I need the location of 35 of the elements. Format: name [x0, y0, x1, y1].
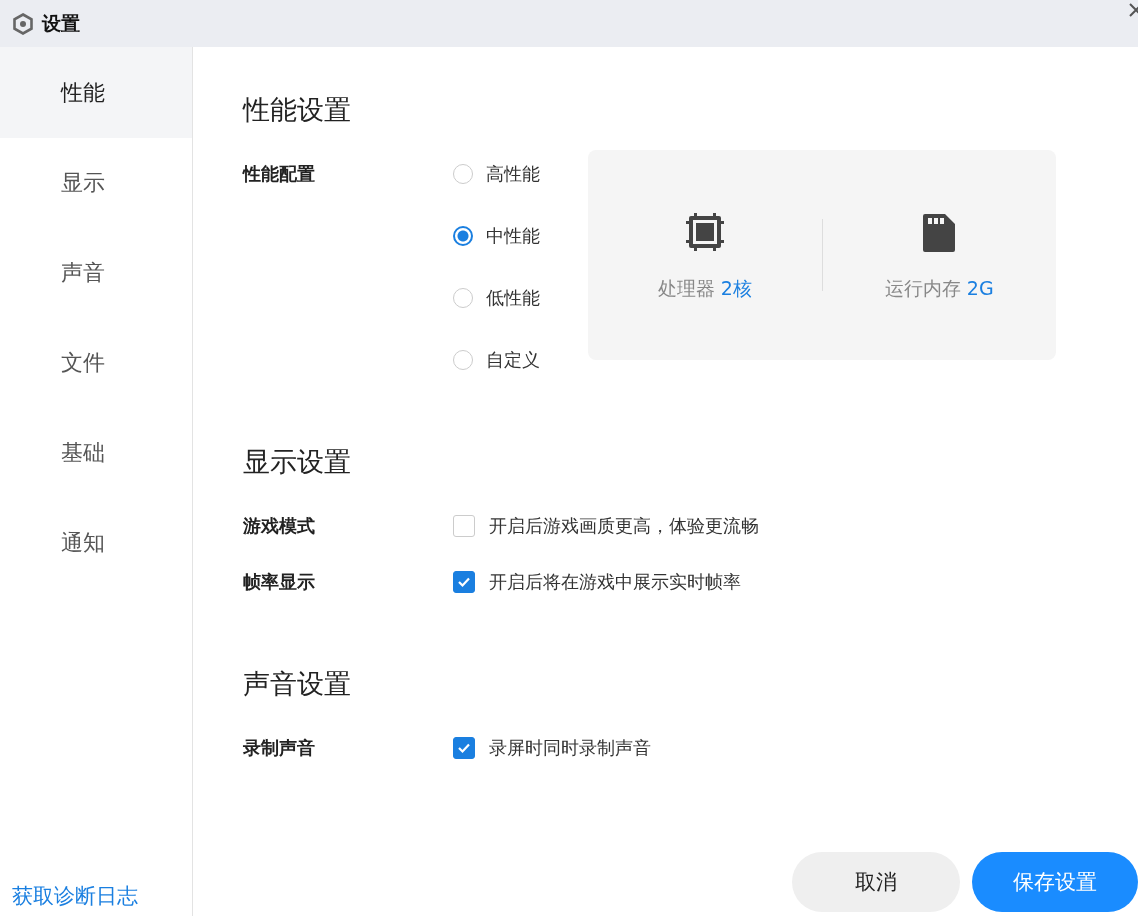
radio-label: 低性能 — [486, 286, 540, 310]
hexagon-logo-icon — [12, 12, 34, 35]
cancel-button[interactable]: 取消 — [792, 852, 960, 912]
sidebar-item[interactable]: 通知 — [0, 498, 192, 588]
radio-label: 中性能 — [486, 224, 540, 248]
radio-button[interactable] — [453, 288, 473, 308]
checkbox[interactable] — [453, 571, 475, 593]
diagnostic-log-link[interactable]: 获取诊断日志 — [0, 882, 192, 916]
checkmark-icon — [457, 575, 471, 589]
checkbox[interactable] — [453, 515, 475, 537]
section-title: 声音设置 — [243, 667, 352, 701]
radio-button[interactable] — [453, 350, 473, 370]
checkbox[interactable] — [453, 737, 475, 759]
sidebar-item[interactable]: 基础 — [0, 408, 192, 498]
sidebar-item[interactable]: 声音 — [0, 228, 192, 318]
sidebar-item[interactable]: 文件 — [0, 318, 192, 408]
window-title: 设置 — [42, 10, 80, 36]
setting-label: 性能配置 — [243, 162, 316, 186]
checkbox-label: 开启后将在游戏中展示实时帧率 — [489, 570, 741, 594]
radio-button[interactable] — [453, 226, 473, 246]
spec-text: 运行内存 2G — [884, 276, 994, 301]
radio-label: 自定义 — [486, 348, 540, 372]
radio-button[interactable] — [453, 164, 473, 184]
spec-text: 处理器 2核 — [657, 276, 752, 301]
section-title: 性能设置 — [243, 93, 352, 127]
radio-label: 高性能 — [486, 162, 540, 186]
setting-label: 帧率显示 — [243, 570, 316, 594]
section-title: 显示设置 — [243, 445, 352, 479]
sidebar-item[interactable]: 性能 — [0, 47, 192, 138]
setting-label: 录制声音 — [243, 736, 316, 760]
checkbox-label: 开启后游戏画质更高，体验更流畅 — [489, 514, 759, 538]
checkbox-label: 录屏时同时录制声音 — [489, 736, 651, 760]
sidebar-item[interactable]: 显示 — [0, 138, 192, 228]
checkmark-icon — [457, 741, 471, 755]
setting-label: 游戏模式 — [243, 514, 316, 538]
